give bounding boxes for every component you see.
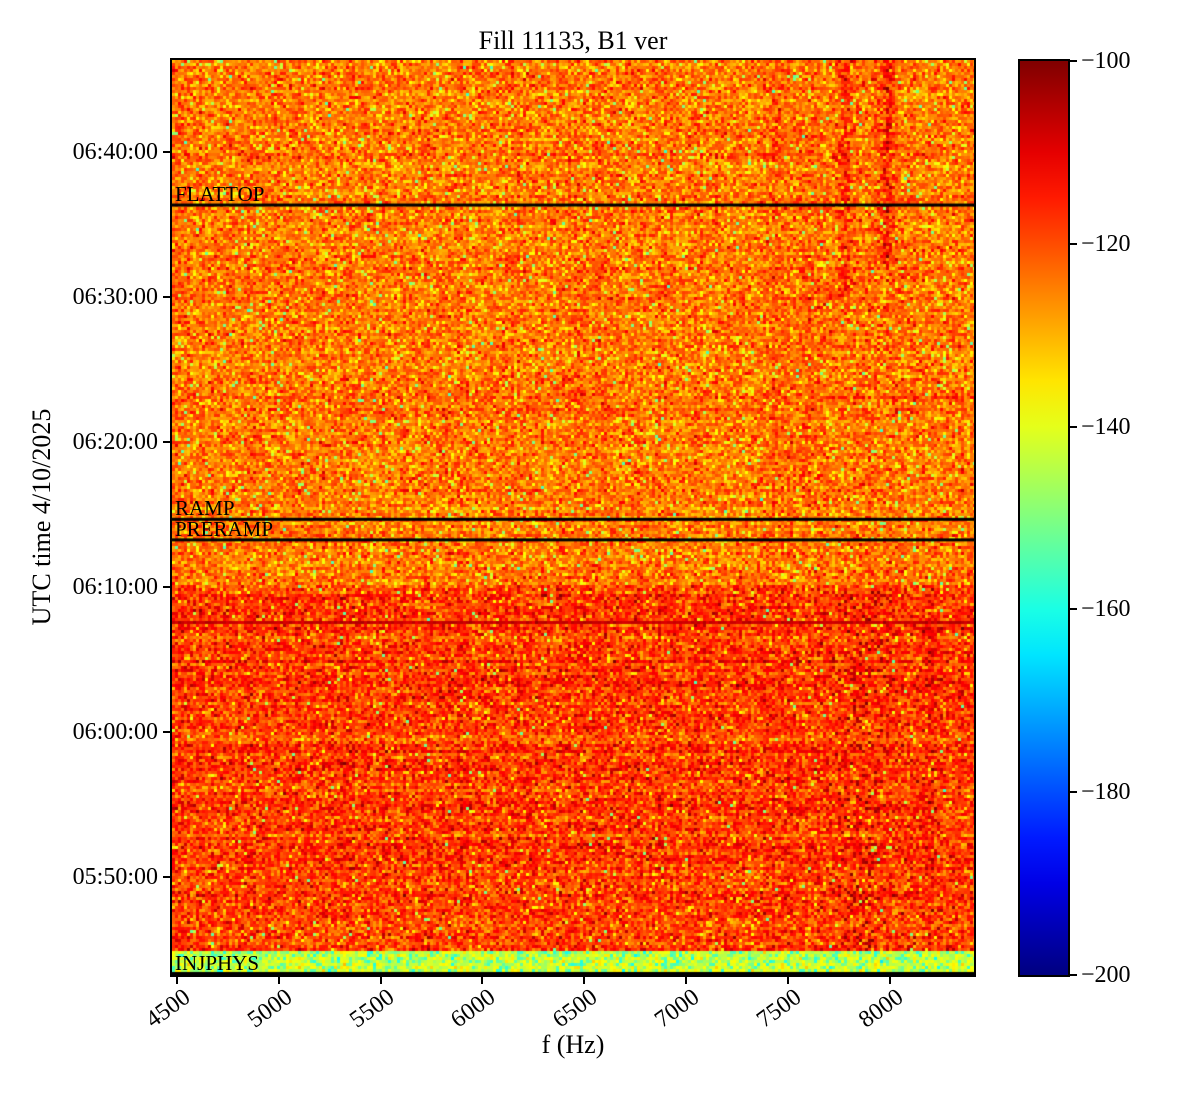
colorbar-tick-label: −200	[1081, 962, 1131, 988]
x-tick-label: 7500	[751, 984, 807, 1034]
annotation-label-injphys: INJPHYS	[175, 950, 260, 975]
spectrogram-canvas	[172, 60, 974, 975]
colorbar-tick-label: −160	[1081, 596, 1131, 623]
x-tick-label: 5000	[243, 984, 298, 1034]
colorbar-tick-mark	[1070, 242, 1077, 245]
annotation-label-flattop: FLATTOP	[175, 182, 265, 207]
colorbar-tick-label: −120	[1081, 230, 1131, 257]
spectrogram-figure: Fill 11133, B1 ver UTC time 4/10/2025 f …	[0, 0, 1200, 1100]
y-tick-label: 06:00:00	[72, 719, 158, 746]
colorbar	[1018, 59, 1070, 977]
x-tick-label: 5500	[344, 984, 399, 1034]
y-tick-mark	[163, 731, 170, 734]
colorbar-tick-mark	[1070, 425, 1077, 428]
y-tick-label: 06:10:00	[72, 574, 158, 600]
y-tick-mark	[163, 440, 170, 443]
x-tick-mark	[379, 977, 382, 984]
x-tick-mark	[888, 977, 891, 984]
y-tick-label: 06:40:00	[72, 138, 158, 165]
x-tick-mark	[684, 977, 687, 984]
x-tick-mark	[277, 977, 280, 984]
y-axis-label: UTC time 4/10/2025	[27, 408, 56, 626]
annotation-label-preramp: PRERAMP	[175, 516, 274, 541]
colorbar-tick-mark	[1070, 60, 1077, 62]
x-axis-label: f (Hz)	[541, 1030, 605, 1059]
colorbar-tick-mark	[1070, 608, 1077, 611]
y-tick-mark	[163, 586, 170, 588]
y-tick-label: 06:20:00	[72, 428, 158, 455]
page-title: Fill 11133, B1 ver	[478, 26, 668, 55]
x-tick-label: 4500	[141, 984, 196, 1034]
x-tick-label: 6000	[446, 984, 501, 1034]
x-tick-label: 8000	[853, 984, 908, 1034]
plot-frame	[170, 58, 976, 977]
colorbar-tick-label: −100	[1081, 48, 1131, 74]
x-tick-mark	[786, 977, 789, 984]
y-tick-mark	[163, 876, 170, 879]
colorbar-gradient	[1020, 61, 1068, 975]
x-tick-mark	[583, 977, 586, 984]
y-tick-label: 05:50:00	[72, 864, 158, 891]
colorbar-tick-label: −140	[1081, 413, 1131, 440]
colorbar-tick-mark	[1070, 974, 1077, 976]
y-tick-label: 06:30:00	[72, 283, 158, 310]
annotation-label-ramp: RAMP	[175, 496, 235, 521]
x-tick-mark	[481, 977, 484, 984]
x-tick-label: 6500	[548, 984, 603, 1034]
x-tick-mark	[176, 977, 179, 984]
colorbar-tick-label: −180	[1081, 779, 1131, 806]
x-tick-label: 7000	[650, 984, 705, 1034]
colorbar-tick-mark	[1070, 791, 1077, 794]
y-tick-mark	[163, 150, 170, 153]
y-tick-mark	[163, 295, 170, 298]
